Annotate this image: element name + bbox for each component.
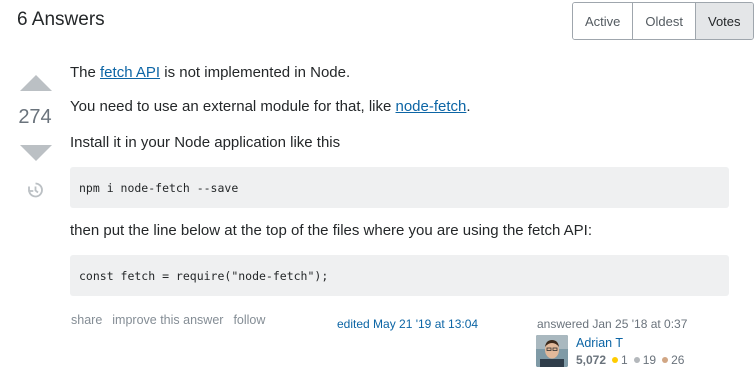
improve-answer-link[interactable]: improve this answer <box>112 313 223 327</box>
paragraph-1-text: The <box>70 64 101 81</box>
vote-count: 274 <box>18 106 52 128</box>
gold-badge-count: 1 <box>621 353 628 367</box>
answers-count-title: 6 Answers <box>17 9 105 30</box>
sort-tabs: Active Oldest Votes <box>572 2 754 40</box>
silver-badge-icon <box>633 357 640 363</box>
post-menu: share improve this answer follow <box>71 313 265 327</box>
paragraph-2-text-end: . <box>466 98 471 115</box>
answered-time: answered Jan 25 '18 at 0:37 <box>537 317 688 331</box>
tab-votes[interactable]: Votes <box>694 3 753 39</box>
paragraph-1: The fetch API is not implemented in Node… <box>70 64 350 81</box>
tab-active[interactable]: Active <box>573 3 633 39</box>
history-icon[interactable] <box>25 180 45 200</box>
paragraph-4: then put the line below at the top of th… <box>70 222 593 239</box>
downvote-arrow-icon[interactable] <box>20 145 52 161</box>
gold-badges: 1 <box>612 353 628 367</box>
silver-badges: 19 <box>633 353 657 367</box>
upvote-arrow-icon[interactable] <box>20 75 52 91</box>
reputation-score: 5,072 <box>576 353 607 367</box>
fetch-api-link[interactable]: fetch API <box>100 64 160 81</box>
node-fetch-link[interactable]: node-fetch <box>396 98 467 115</box>
paragraph-1-text-end: is not implemented in Node. <box>160 64 351 81</box>
bronze-badges: 26 <box>662 353 684 367</box>
code-block-install: npm i node-fetch --save <box>70 167 729 208</box>
silver-badge-count: 19 <box>642 353 657 367</box>
user-reputation: 5,072 1 19 26 <box>576 353 684 367</box>
paragraph-2-text: You need to use an external module for t… <box>70 98 396 115</box>
gold-badge-icon <box>612 357 619 363</box>
bronze-badge-count: 26 <box>671 353 685 367</box>
edited-link[interactable]: edited May 21 '19 at 13:04 <box>337 317 478 331</box>
paragraph-2: You need to use an external module for t… <box>70 98 471 115</box>
code-block-require: const fetch = require("node-fetch"); <box>70 255 729 296</box>
user-name-link[interactable]: Adrian T <box>576 336 623 350</box>
share-link[interactable]: share <box>71 313 102 327</box>
follow-link[interactable]: follow <box>233 313 265 327</box>
paragraph-3: Install it in your Node application like… <box>70 134 341 151</box>
tab-oldest[interactable]: Oldest <box>632 3 695 39</box>
bronze-badge-icon <box>662 357 669 363</box>
avatar[interactable] <box>536 335 568 367</box>
